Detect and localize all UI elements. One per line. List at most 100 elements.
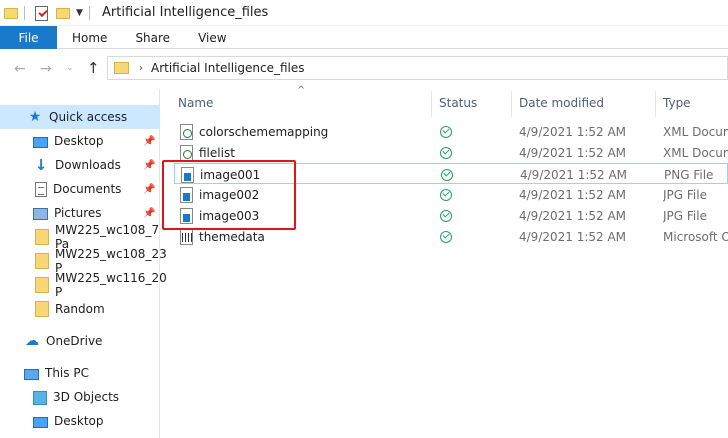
table-row[interactable]: themedata 4/9/2021 1:52 AM Microsoft Off…: [174, 226, 728, 247]
file-name: themedata: [199, 229, 265, 244]
customize-toolbar-dropdown-icon[interactable]: ▼: [76, 8, 83, 18]
pin-icon[interactable]: 📌: [143, 208, 155, 219]
table-row[interactable]: filelist 4/9/2021 1:52 AM XML Document: [174, 142, 728, 163]
sidebar-item-quick-access[interactable]: ★ Quick access: [0, 105, 160, 129]
status-cell: [437, 142, 497, 163]
sidebar-item-folder[interactable]: MW225_wc108_7 Pa: [0, 223, 160, 251]
column-divider[interactable]: [431, 91, 432, 117]
sidebar-item-this-pc[interactable]: This PC: [0, 361, 160, 385]
tab-file[interactable]: File: [0, 26, 57, 49]
file-name-cell: image003: [180, 205, 430, 226]
desktop-icon: [33, 416, 48, 428]
sidebar-item-label: Desktop: [54, 134, 104, 148]
date-modified: 4/9/2021 1:52 AM: [520, 167, 628, 182]
folder-icon: [35, 277, 49, 293]
star-icon: ★: [28, 109, 42, 125]
file-type: XML Document: [663, 124, 728, 139]
file-name-cell: image002: [180, 184, 430, 205]
folder-icon[interactable]: [4, 7, 18, 19]
pin-icon[interactable]: 📌: [143, 160, 155, 171]
table-row[interactable]: image003 4/9/2021 1:52 AM JPG File: [174, 205, 728, 226]
sidebar-item-3d-objects[interactable]: 3D Objects: [0, 385, 160, 409]
tab-view[interactable]: View: [184, 26, 240, 49]
window-title: Artificial Intelligence_files: [102, 5, 269, 20]
pin-icon[interactable]: 📌: [143, 184, 155, 195]
sync-ok-icon: [440, 125, 452, 138]
title-bar: ▼ Artificial Intelligence_files: [0, 0, 728, 26]
tab-home[interactable]: Home: [57, 26, 121, 49]
status-cell: [437, 205, 497, 226]
file-name-cell: themedata: [180, 226, 430, 247]
sidebar-item-label: Quick access: [49, 110, 128, 124]
sidebar-item-desktop[interactable]: Desktop 📌: [0, 129, 160, 153]
sidebar-item-label: This PC: [45, 366, 89, 380]
tab-share[interactable]: Share: [121, 26, 184, 49]
date-modified: 4/9/2021 1:52 AM: [519, 124, 627, 139]
sync-ok-icon: [440, 188, 452, 201]
file-name: colorschememapping: [199, 124, 329, 139]
file-type: PNG File: [664, 167, 714, 182]
file-name: image001: [200, 167, 261, 182]
file-type: JPG File: [663, 208, 707, 223]
new-folder-icon[interactable]: [56, 7, 70, 19]
sync-ok-icon: [441, 168, 453, 181]
navigation-bar: ← → ⌄ ↑ › Artificial Intelligence_files: [0, 49, 728, 89]
pictures-icon: [33, 208, 48, 220]
column-header-type[interactable]: Type: [663, 89, 691, 117]
column-divider[interactable]: [655, 91, 656, 117]
address-bar[interactable]: › Artificial Intelligence_files: [107, 56, 728, 80]
column-header-date-modified[interactable]: Date modified: [519, 89, 604, 117]
pin-icon[interactable]: 📌: [143, 136, 155, 147]
properties-icon[interactable]: [35, 5, 48, 21]
status-cell: [437, 226, 497, 247]
file-name-cell: filelist: [180, 142, 430, 163]
folder-icon: [114, 62, 129, 74]
image-file-icon: [180, 207, 193, 224]
breadcrumb-chevron-icon[interactable]: ›: [139, 63, 143, 74]
file-name-cell: image001: [181, 164, 431, 185]
up-arrow-icon[interactable]: ↑: [87, 59, 100, 77]
ribbon-tabs: File Home Share View: [0, 26, 728, 49]
sidebar-item-folder[interactable]: MW225_wc116_20 P: [0, 271, 167, 299]
recent-locations-chevron-icon[interactable]: ⌄: [66, 63, 74, 73]
column-divider[interactable]: [511, 91, 512, 117]
navigation-pane: ★ Quick access Desktop 📌 ↓ Downloads 📌 D…: [0, 89, 167, 438]
file-type: JPG File: [663, 187, 707, 202]
table-row[interactable]: colorschememapping 4/9/2021 1:52 AM XML …: [174, 121, 728, 142]
sidebar-item-label: Random: [55, 302, 105, 316]
sidebar-item-label: MW225_wc116_20 P: [55, 271, 167, 299]
sync-ok-icon: [440, 146, 452, 159]
documents-icon: [35, 181, 47, 197]
forward-arrow-icon[interactable]: →: [40, 61, 52, 77]
file-type: Microsoft Office: [663, 229, 728, 244]
column-header-name[interactable]: Name: [178, 89, 213, 117]
xml-file-icon: [180, 123, 193, 140]
sidebar-item-downloads[interactable]: ↓ Downloads 📌: [0, 153, 160, 177]
sidebar-item-label: 3D Objects: [53, 390, 120, 404]
file-name-cell: colorschememapping: [180, 121, 430, 142]
breadcrumb[interactable]: Artificial Intelligence_files: [151, 61, 305, 75]
status-cell: [437, 121, 497, 142]
sidebar-item-onedrive[interactable]: ☁ OneDrive: [0, 329, 160, 353]
toolbar-divider: [24, 6, 25, 20]
file-name: image002: [199, 187, 260, 202]
download-icon: ↓: [34, 156, 48, 174]
column-header-status[interactable]: Status: [439, 89, 477, 117]
sidebar-item-pictures[interactable]: Pictures 📌: [0, 201, 160, 225]
table-row[interactable]: image002 4/9/2021 1:52 AM JPG File: [174, 184, 728, 205]
back-arrow-icon[interactable]: ←: [14, 61, 26, 77]
quick-access-toolbar: ▼: [0, 0, 96, 26]
image-file-icon: [180, 186, 193, 203]
xml-file-icon: [180, 144, 193, 161]
sync-ok-icon: [440, 209, 452, 222]
sidebar-item-documents[interactable]: Documents 📌: [0, 177, 160, 201]
table-row[interactable]: image001 4/9/2021 1:52 AM PNG File: [174, 163, 728, 184]
sidebar-item-label: Pictures: [54, 206, 102, 220]
sidebar-item-label: OneDrive: [46, 334, 103, 348]
sidebar-item-label: Downloads: [55, 158, 121, 172]
date-modified: 4/9/2021 1:52 AM: [519, 145, 627, 160]
date-modified: 4/9/2021 1:52 AM: [519, 229, 627, 244]
sidebar-item-desktop-pc[interactable]: Desktop: [0, 409, 160, 433]
sidebar-item-folder[interactable]: MW225_wc108_23 P: [0, 247, 167, 275]
sidebar-item-random[interactable]: Random: [0, 297, 160, 321]
